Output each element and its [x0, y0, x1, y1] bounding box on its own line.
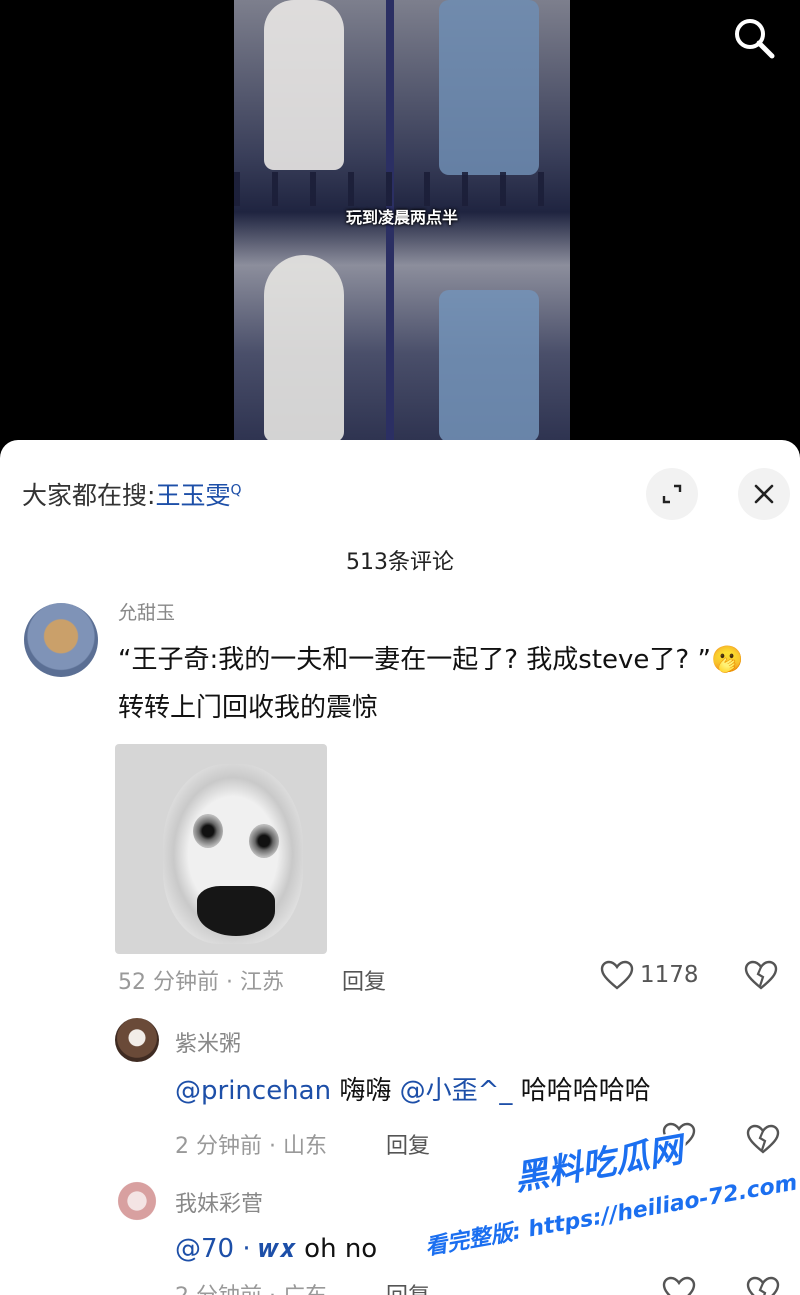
heart-icon [600, 960, 634, 990]
comment-text-part2: 转转上门回收我的震惊 [118, 693, 379, 723]
sticker-mouth [197, 886, 275, 936]
reply-text: @princehan 嗨嗨 @小歪^_ 哈哈哈哈哈 [175, 1070, 651, 1107]
comment-meta: 52 分钟前 · 江苏 [118, 970, 284, 995]
reply-username[interactable]: 我妹彩菅 [175, 1186, 263, 1218]
video-figure [264, 0, 344, 170]
like-button[interactable] [662, 1276, 696, 1295]
like-button[interactable] [662, 1122, 696, 1152]
reply-text-segment: oh no [304, 1234, 378, 1264]
reply-text: @70 · 𝒘𝒙 oh no [175, 1234, 377, 1265]
avatar[interactable] [24, 603, 98, 677]
comment-sheet: 大家都在搜:王玉雯Q 513条评论 允甜玉 “王子奇:我的一夫和一妻在一起了? … [0, 440, 800, 1295]
reply-meta: 2 分钟前 · 广东 [175, 1278, 327, 1295]
reply-text-segment: 嗨嗨 [339, 1076, 392, 1106]
emoji: 🫢 [710, 645, 744, 675]
heart-icon [662, 1122, 696, 1152]
mention-link[interactable]: @princehan [175, 1076, 331, 1106]
reply-username[interactable]: 紫米粥 [175, 1026, 241, 1058]
sticker-eye [249, 824, 279, 858]
reply-button[interactable]: 回复 [342, 964, 386, 996]
reply-text-segment: 哈哈哈哈哈 [520, 1076, 651, 1106]
like-button[interactable]: 1178 [600, 960, 699, 990]
avatar[interactable] [115, 1018, 159, 1062]
video-player[interactable]: 玩到凌晨两点半 [0, 0, 800, 442]
video-figure [439, 0, 539, 175]
trending-search[interactable]: 大家都在搜:王玉雯Q [22, 476, 241, 512]
video-figure [439, 290, 539, 442]
reply-button[interactable]: 回复 [386, 1278, 430, 1295]
reply-meta: 2 分钟前 · 山东 [175, 1134, 327, 1159]
comment-username[interactable]: 允甜玉 [118, 598, 175, 625]
mention-link[interactable]: @小歪^_ [400, 1076, 513, 1106]
heart-icon [662, 1276, 696, 1295]
like-count: 1178 [640, 962, 699, 988]
video-figure [264, 255, 344, 442]
broken-heart-icon[interactable] [744, 960, 778, 994]
search-small-icon: Q [230, 482, 242, 499]
comment-text: “王子奇:我的一夫和一妻在一起了? 我成steve了? ”🫢 转转上门回收我的震惊 [118, 636, 768, 732]
comment-text-part1: “王子奇:我的一夫和一妻在一起了? 我成steve了? ” [118, 645, 711, 675]
video-fence [234, 172, 570, 206]
avatar[interactable] [115, 1179, 159, 1223]
video-frame: 玩到凌晨两点半 [234, 0, 570, 442]
sticker-face [163, 764, 303, 944]
broken-heart-icon[interactable] [746, 1124, 780, 1158]
broken-heart-icon[interactable] [746, 1276, 780, 1295]
comment-count: 513条评论 [346, 550, 454, 575]
close-icon[interactable] [738, 468, 790, 520]
expand-icon[interactable] [646, 468, 698, 520]
video-subtitle: 玩到凌晨两点半 [345, 208, 458, 227]
trending-prefix: 大家都在搜: [22, 481, 156, 510]
search-icon[interactable] [728, 12, 780, 64]
trending-keyword[interactable]: 王玉雯 [155, 481, 230, 510]
sticker-eye [193, 814, 223, 848]
reply-button[interactable]: 回复 [386, 1128, 430, 1160]
mention-link[interactable]: @70 · 𝒘𝒙 [175, 1234, 296, 1264]
comment-sticker-image[interactable] [115, 744, 327, 954]
